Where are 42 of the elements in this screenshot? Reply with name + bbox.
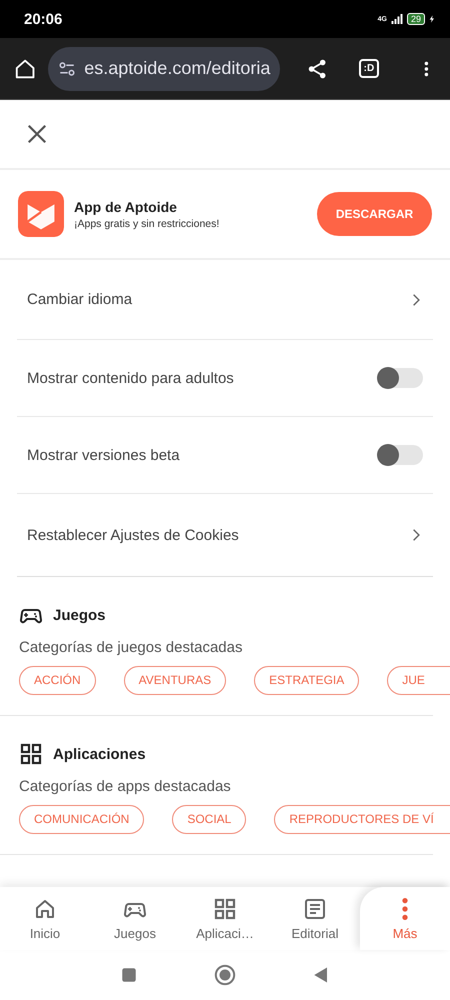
clock: 20:06 xyxy=(24,10,62,28)
signal-icon xyxy=(390,13,404,25)
section-title: Juegos xyxy=(53,606,106,624)
setting-label: Mostrar contenido para adultos xyxy=(27,370,234,386)
address-bar[interactable]: es.aptoide.com/editoria xyxy=(48,46,280,90)
app-tagline: ¡Apps gratis y sin restricciones! xyxy=(74,218,220,230)
setting-label: Mostrar versiones beta xyxy=(27,446,180,464)
site-settings-icon[interactable] xyxy=(58,60,76,78)
toggle-switch[interactable] xyxy=(379,368,423,388)
section-title: Aplicaciones xyxy=(53,746,146,762)
nav-tab[interactable]: Juegos xyxy=(90,887,180,950)
recents-icon[interactable] xyxy=(120,966,138,984)
category-chip[interactable]: REPRODUCTORES DE VÍ xyxy=(274,805,450,834)
app-logo-icon xyxy=(18,191,64,237)
nav-tab[interactable]: Aplicaci… xyxy=(180,887,270,950)
home-button-icon[interactable] xyxy=(214,964,236,986)
category-chip[interactable]: COMUNICACIÓN xyxy=(19,805,144,834)
category-chip[interactable]: ESTRATEGIA xyxy=(254,666,360,695)
category-chip[interactable]: ACCIÓN xyxy=(19,666,96,695)
nav-tab[interactable]: Editorial xyxy=(270,887,360,950)
setting-label: Cambiar idioma xyxy=(27,291,132,308)
charging-icon xyxy=(428,13,436,25)
toggle-switch[interactable] xyxy=(379,445,423,465)
category-chip[interactable]: JUE xyxy=(387,666,450,695)
tab-switcher[interactable]: :D xyxy=(358,59,380,78)
battery-indicator: 29 xyxy=(406,13,425,25)
nav-tab[interactable]: Más xyxy=(360,887,450,950)
url-text: es.aptoide.com/editoria xyxy=(84,58,270,79)
document-icon xyxy=(303,896,327,920)
more-icon xyxy=(402,896,408,920)
category-chip[interactable]: AVENTURAS xyxy=(124,666,226,695)
back-icon[interactable] xyxy=(312,966,330,984)
section-subtitle: Categorías de juegos destacadas xyxy=(19,639,244,656)
section-subtitle: Categorías de apps destacadas xyxy=(19,778,232,795)
setting-label: Restablecer Ajustes de Cookies xyxy=(27,526,239,544)
close-icon[interactable] xyxy=(26,123,48,145)
nav-tab[interactable]: Inicio xyxy=(0,887,90,950)
app-title: App de Aptoide xyxy=(74,198,178,214)
grid-icon xyxy=(213,896,237,920)
download-button[interactable]: DESCARGAR xyxy=(317,192,432,236)
category-chip[interactable]: SOCIAL xyxy=(172,805,246,834)
grid-icon xyxy=(19,742,43,766)
